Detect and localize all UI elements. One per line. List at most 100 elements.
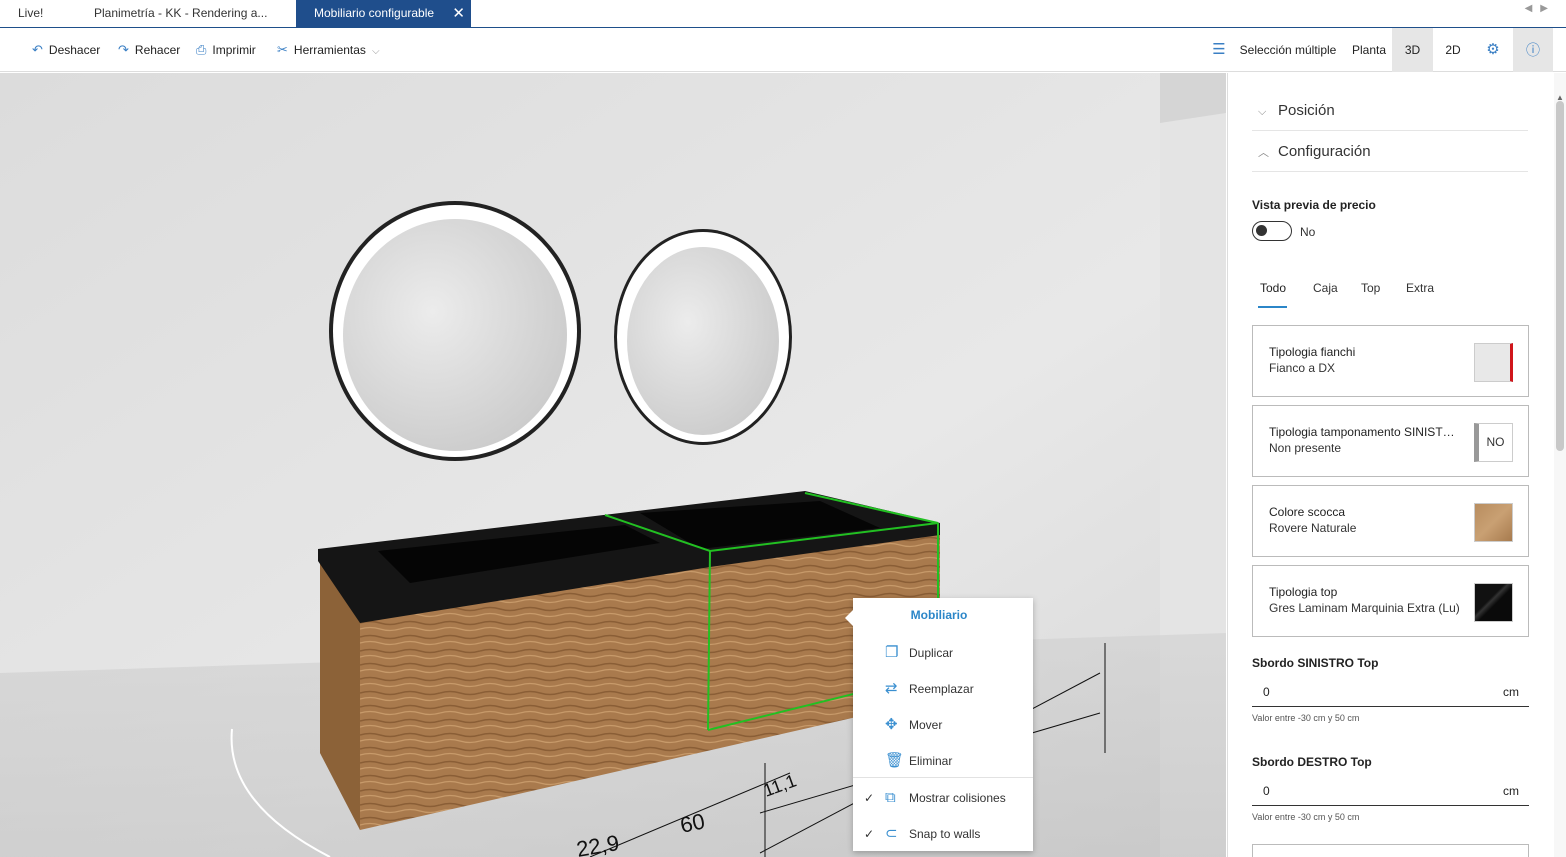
tab-top[interactable]: Top xyxy=(1361,281,1380,295)
properties-panel: ⌵ Posición ︿ Configuración Vista previa de… xyxy=(1227,73,1566,857)
toolbar: ↶ Deshacer ↷ Rehacer ⎙ Imprimir ✂ Herramient… xyxy=(0,28,1566,72)
tab-label: Mobiliario configurable xyxy=(314,6,435,20)
sbordo-sinistro-hint: Valor entre -30 cm y 50 cm xyxy=(1252,713,1360,723)
section-configuration[interactable]: ︿ Configuración xyxy=(1252,132,1528,172)
view-2d-button[interactable]: 2D xyxy=(1433,28,1473,72)
sbordo-sinistro-input[interactable]: 0 cm xyxy=(1252,675,1529,707)
tab-bar: Live! Planimetría - KK - Rendering a... … xyxy=(0,0,1566,28)
mirror-right xyxy=(614,229,792,445)
sbordo-destro-hint: Valor entre -30 cm y 50 cm xyxy=(1252,812,1360,822)
menu-item-label: Duplicar xyxy=(909,646,954,660)
active-tab-indicator xyxy=(1258,306,1287,308)
panel-scrollbar[interactable]: ▲ xyxy=(1554,73,1566,857)
tab-caja[interactable]: Caja xyxy=(1313,281,1338,295)
card-value: Rovere Naturale xyxy=(1269,521,1357,535)
settings-gear-icon[interactable]: ⚙ xyxy=(1473,28,1513,72)
card-title: Tipologia fianchi xyxy=(1269,345,1356,359)
swap-icon: ⇄ xyxy=(885,680,898,697)
sbordo-sinistro-label: Sbordo SINISTRO Top xyxy=(1252,656,1379,670)
option-card-tipologia-fianchi[interactable]: Tipologia fianchi Fianco a DX xyxy=(1252,325,1529,397)
no-badge-swatch: NO xyxy=(1474,423,1513,462)
context-menu: Mobiliario ❐ Duplicar ⇄ Reemplazar ✥ Mover … xyxy=(845,598,1033,852)
wood-swatch xyxy=(1474,503,1513,542)
copy-icon: ❐ xyxy=(885,644,899,661)
multi-select-icon[interactable]: ☰ xyxy=(1206,28,1232,72)
toggle-knob xyxy=(1256,225,1267,236)
menu-item-label: Mostrar colisiones xyxy=(909,791,1006,805)
section-label: Posición xyxy=(1278,102,1335,119)
trash-icon: 🗑 xyxy=(885,752,905,769)
redo-button[interactable]: ↷ Rehacer xyxy=(118,28,180,72)
option-card-tamponamento-sinistro[interactable]: Tipologia tamponamento SINISTRO Non pres… xyxy=(1252,405,1529,477)
menu-divider xyxy=(853,777,1033,778)
tab-label: Live! xyxy=(18,6,44,20)
redo-label: Rehacer xyxy=(134,43,181,57)
delete-menu-item[interactable]: 🗑 Eliminar xyxy=(853,743,1033,779)
menu-item-label: Mover xyxy=(909,718,943,732)
tab-mobiliario-configurable[interactable]: Mobiliario configurable ✕ xyxy=(296,0,471,27)
printer-icon: ⎙ xyxy=(196,42,207,57)
card-value: Gres Laminam Marquinia Extra (Lu) xyxy=(1269,601,1460,615)
sbordo-destro-input[interactable]: 0 cm xyxy=(1252,774,1529,806)
scrollbar-thumb[interactable] xyxy=(1556,101,1564,451)
undo-icon: ↶ xyxy=(32,42,43,57)
collision-icon: ⧉ xyxy=(885,789,896,806)
input-unit: cm xyxy=(1503,685,1519,699)
input-value: 0 xyxy=(1263,685,1270,699)
option-card-tipologia-top[interactable]: Tipologia top Gres Laminam Marquinia Ext… xyxy=(1252,565,1529,637)
info-icon[interactable]: ⓘ xyxy=(1513,28,1553,72)
tab-live[interactable]: Live! xyxy=(0,0,76,27)
move-icon: ✥ xyxy=(885,716,898,733)
price-preview-value: No xyxy=(1300,225,1316,239)
multi-select-button[interactable]: Selección múltiple xyxy=(1236,28,1340,72)
tools-label: Herramientas xyxy=(293,43,366,57)
tools-icon: ✂ xyxy=(277,42,288,57)
view-3d-button[interactable]: 3D xyxy=(1392,28,1433,72)
plan-view-button[interactable]: Planta xyxy=(1346,28,1392,72)
redo-icon: ↷ xyxy=(118,42,129,57)
tab-scroll-arrows-icon[interactable]: ◀▶ xyxy=(1525,3,1556,14)
checkmark-icon: ✓ xyxy=(864,827,875,841)
show-collisions-toggle[interactable]: ✓ ⧉ Mostrar colisiones xyxy=(853,780,1033,816)
section-label: Configuración xyxy=(1278,143,1371,160)
input-unit: cm xyxy=(1503,784,1519,798)
3d-viewport[interactable]: 60 11,1 22,9 xyxy=(0,73,1226,857)
tab-extra[interactable]: Extra xyxy=(1406,281,1434,295)
snap-to-walls-toggle[interactable]: ✓ ⊂ Snap to walls xyxy=(853,816,1033,852)
move-menu-item[interactable]: ✥ Mover xyxy=(853,707,1033,743)
section-position[interactable]: ⌵ Posición xyxy=(1252,91,1528,131)
chevron-down-icon: ⌵ xyxy=(1258,106,1267,118)
menu-item-label: Reemplazar xyxy=(909,682,974,696)
tab-planimetria[interactable]: Planimetría - KK - Rendering a... xyxy=(76,0,296,27)
chevron-up-icon: ︿ xyxy=(1258,147,1269,159)
context-menu-title: Mobiliario xyxy=(910,608,968,622)
option-card-next[interactable] xyxy=(1252,844,1529,857)
card-value: Non presente xyxy=(1269,441,1342,455)
menu-item-label: Eliminar xyxy=(909,754,953,768)
option-card-colore-scocca[interactable]: Colore scocca Rovere Naturale xyxy=(1252,485,1529,557)
card-title: Colore scocca xyxy=(1269,505,1346,519)
chevron-down-icon: ⌵ xyxy=(371,46,380,57)
tab-todo[interactable]: Todo xyxy=(1260,281,1286,295)
input-value: 0 xyxy=(1263,784,1270,798)
replace-menu-item[interactable]: ⇄ Reemplazar xyxy=(853,671,1033,707)
tab-label: Planimetría - KK - Rendering a... xyxy=(94,6,268,20)
menu-item-label: Snap to walls xyxy=(909,827,981,841)
price-preview-label: Vista previa de precio xyxy=(1252,198,1376,212)
close-tab-icon[interactable]: ✕ xyxy=(452,0,465,27)
undo-label: Deshacer xyxy=(48,43,101,57)
card-title: Tipologia tamponamento SINISTRO xyxy=(1269,425,1459,439)
undo-button[interactable]: ↶ Deshacer xyxy=(32,28,100,72)
sbordo-destro-label: Sbordo DESTRO Top xyxy=(1252,755,1372,769)
magnet-icon: ⊂ xyxy=(885,825,898,842)
print-button[interactable]: ⎙ Imprimir xyxy=(196,28,256,72)
side-panel-swatch xyxy=(1474,343,1513,382)
price-preview-toggle[interactable] xyxy=(1252,221,1292,241)
marble-swatch xyxy=(1474,583,1513,622)
dimension-label-60: 60 xyxy=(678,808,707,838)
duplicate-menu-item[interactable]: ❐ Duplicar xyxy=(853,635,1033,671)
card-value: Fianco a DX xyxy=(1269,361,1336,375)
print-label: Imprimir xyxy=(212,43,256,57)
scene-render: 60 11,1 22,9 xyxy=(0,73,1226,857)
tools-dropdown[interactable]: ✂ Herramientas ⌵ xyxy=(277,28,380,72)
